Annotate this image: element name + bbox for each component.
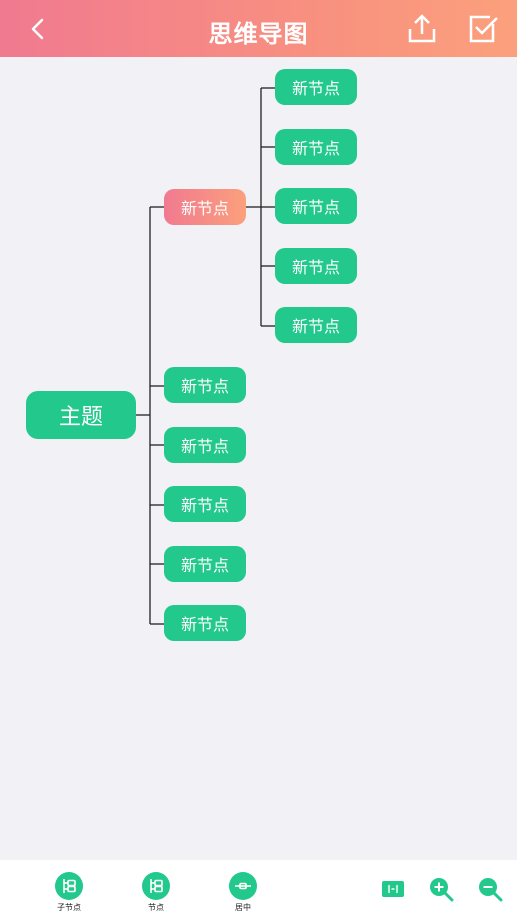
share-upload-icon[interactable] bbox=[405, 12, 439, 46]
add-subnode-button[interactable]: 子节点 bbox=[54, 872, 84, 913]
subnode-label: 子节点 bbox=[57, 903, 81, 912]
center-icon bbox=[229, 872, 257, 900]
bottom-toolbar: 子节点 节点 居中 bbox=[0, 860, 517, 920]
child-node[interactable]: 新节点 bbox=[164, 367, 246, 403]
grandchild-node[interactable]: 新节点 bbox=[275, 188, 357, 224]
grandchild-node[interactable]: 新节点 bbox=[275, 129, 357, 165]
root-node[interactable]: 主题 bbox=[26, 391, 136, 439]
center-button[interactable]: 居中 bbox=[228, 872, 258, 913]
grandchild-node[interactable]: 新节点 bbox=[275, 69, 357, 105]
mindmap-canvas[interactable]: 主题 新节点 新节点 新节点 新节点 新节点 新节点 新节点 新节点 新节点 新… bbox=[0, 57, 517, 860]
add-node-button[interactable]: 节点 bbox=[141, 872, 171, 913]
zoom-out-icon[interactable] bbox=[477, 876, 503, 902]
child-node[interactable]: 新节点 bbox=[164, 486, 246, 522]
grandchild-node[interactable]: 新节点 bbox=[275, 307, 357, 343]
subnode-icon bbox=[55, 872, 83, 900]
checkbox-icon[interactable] bbox=[466, 12, 500, 46]
child-node[interactable]: 新节点 bbox=[164, 605, 246, 641]
grandchild-node[interactable]: 新节点 bbox=[275, 248, 357, 284]
connector-lines bbox=[136, 87, 275, 625]
child-node[interactable]: 新节点 bbox=[164, 546, 246, 582]
node-icon bbox=[142, 872, 170, 900]
header-bar: 思维导图 bbox=[0, 0, 517, 57]
child-node[interactable]: 新节点 bbox=[164, 427, 246, 463]
node-label: 节点 bbox=[148, 903, 164, 912]
fit-screen-icon[interactable] bbox=[380, 876, 406, 902]
center-label: 居中 bbox=[235, 903, 251, 912]
selected-child-node[interactable]: 新节点 bbox=[164, 189, 246, 225]
zoom-in-icon[interactable] bbox=[428, 876, 454, 902]
page-title: 思维导图 bbox=[208, 20, 309, 48]
